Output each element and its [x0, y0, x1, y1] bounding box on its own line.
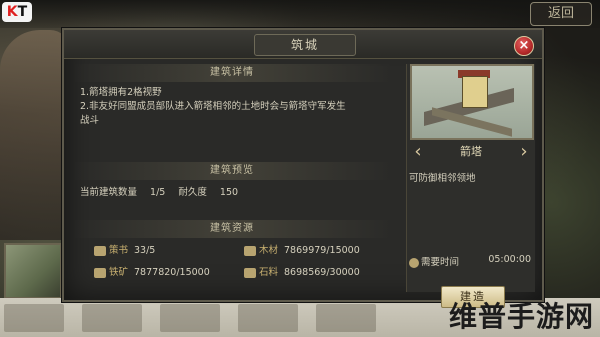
resource-value: 7877820/15000 — [134, 267, 210, 278]
detail-line: 2.非友好同盟成员部队进入箭塔相邻的土地时会与箭塔守军发生 — [80, 101, 346, 112]
count-label: 当前建筑数量 — [80, 187, 138, 198]
durability-value: 150 — [219, 187, 239, 198]
section-heading-detail: 建筑详情 — [72, 64, 392, 82]
watermark: 维普手游网 — [448, 300, 594, 333]
building-selector: ‹ 箭塔 › — [407, 140, 535, 164]
prev-arrow-icon[interactable]: ‹ — [411, 142, 425, 162]
build-time: 需要时间 05:00:00 — [409, 254, 531, 268]
city-thumbnail[interactable] — [4, 243, 62, 299]
count-value: 1/5 — [150, 187, 166, 198]
back-button[interactable]: 返回 — [530, 2, 592, 26]
resource-wood: 木材 7869979/15000 — [244, 244, 374, 258]
detail-line: 1.箭塔拥有2格视野 — [80, 87, 162, 98]
clock-icon — [409, 257, 419, 268]
stone-icon — [244, 267, 256, 278]
bottom-slot[interactable] — [4, 304, 64, 332]
top-bar — [0, 0, 600, 28]
dialog-titlebar: 筑城 × — [64, 30, 542, 59]
building-description: 可防御相邻领地 — [409, 173, 476, 184]
iron-icon — [94, 267, 106, 278]
time-value: 05:00:00 — [488, 254, 531, 265]
building-name: 箭塔 — [460, 145, 482, 158]
detail-line: 战斗 — [80, 115, 100, 126]
section-heading-preview: 建筑预览 — [72, 162, 392, 180]
time-label: 需要时间 — [421, 257, 460, 268]
resource-value: 8698569/30000 — [284, 267, 360, 278]
character-portrait — [0, 30, 70, 240]
bottom-slot[interactable] — [82, 304, 142, 332]
next-arrow-icon[interactable]: › — [517, 142, 531, 162]
resource-value: 7869979/15000 — [284, 245, 360, 256]
resource-iron: 铁矿 7877820/15000 — [94, 266, 224, 280]
building-detail-text: 1.箭塔拥有2格视野 2.非友好同盟成员部队进入箭塔相邻的土地时会与箭塔守军发生… — [80, 86, 410, 128]
durability-label: 耐久度 — [178, 187, 207, 198]
building-image — [410, 64, 534, 140]
close-button[interactable]: × — [514, 36, 534, 56]
book-icon — [94, 245, 106, 256]
wood-icon — [244, 245, 256, 256]
preview-stats: 当前建筑数量 1/5 耐久度 150 — [80, 184, 248, 198]
bottom-slot[interactable] — [316, 304, 376, 332]
brand-logo: KT — [2, 2, 32, 22]
resource-strategy-book: 策书 33/5 — [94, 244, 224, 258]
bottom-slot[interactable] — [238, 304, 298, 332]
dialog-title: 筑城 — [254, 34, 356, 56]
game-scene: KT 返回 筑城 × 建筑详情 1.箭塔拥有2格视野 2.非友好同盟成员部队进入… — [0, 0, 600, 337]
bottom-slot[interactable] — [160, 304, 220, 332]
building-side-panel: ‹ 箭塔 › 可防御相邻领地 需要时间 05:00:00 建造 — [406, 64, 535, 308]
resource-stone: 石料 8698569/30000 — [244, 266, 374, 280]
resource-value: 33/5 — [134, 245, 156, 256]
build-dialog: 筑城 × 建筑详情 1.箭塔拥有2格视野 2.非友好同盟成员部队进入箭塔相邻的土… — [62, 28, 544, 308]
section-heading-resources: 建筑资源 — [72, 220, 392, 238]
